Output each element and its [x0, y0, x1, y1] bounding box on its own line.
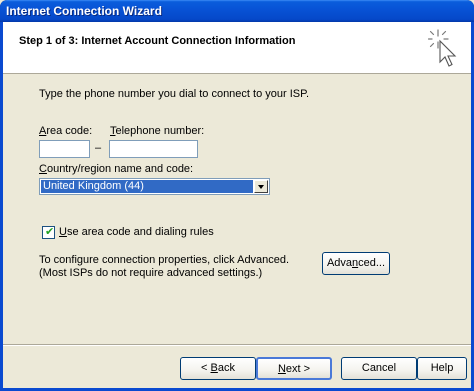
- wizard-cursor-sparkle-icon: [428, 29, 457, 67]
- country-label: Country/region name and code:: [39, 163, 194, 175]
- checkmark-icon: ✔: [45, 226, 55, 238]
- use-area-code-label[interactable]: Use area code and dialing rules: [59, 226, 214, 238]
- advanced-info-line2: (Most ISPs do not require advanced setti…: [39, 267, 263, 279]
- country-dropdown[interactable]: United Kingdom (44): [39, 178, 270, 195]
- back-button[interactable]: < Back: [180, 357, 256, 380]
- wizard-window: Internet Connection Wizard Step 1 of 3: …: [0, 0, 474, 391]
- area-code-field[interactable]: [39, 140, 90, 158]
- wizard-client-area: Step 1 of 3: Internet Account Connection…: [3, 22, 471, 388]
- telephone-number-field[interactable]: [109, 140, 198, 158]
- step-title: Step 1 of 3: Internet Account Connection…: [19, 35, 296, 47]
- advanced-button[interactable]: Advanced...: [322, 252, 390, 275]
- intro-text: Type the phone number you dial to connec…: [39, 88, 310, 100]
- help-button[interactable]: Help: [417, 357, 467, 380]
- country-selected-value: United Kingdom (44): [41, 180, 253, 193]
- title-bar[interactable]: Internet Connection Wizard: [0, 0, 474, 22]
- advanced-info-line1: To configure connection properties, clic…: [39, 254, 290, 266]
- chevron-down-icon[interactable]: [254, 180, 268, 193]
- window-title: Internet Connection Wizard: [6, 4, 162, 18]
- footer-divider: [3, 344, 471, 346]
- area-code-dash: –: [95, 142, 102, 154]
- area-code-label: Area code:: [39, 125, 93, 137]
- wizard-header: Step 1 of 3: Internet Account Connection…: [3, 22, 471, 74]
- use-area-code-checkbox[interactable]: ✔: [42, 226, 55, 239]
- cancel-button[interactable]: Cancel: [341, 357, 417, 380]
- telephone-label: Telephone number:: [110, 125, 205, 137]
- next-button[interactable]: Next >: [256, 357, 332, 380]
